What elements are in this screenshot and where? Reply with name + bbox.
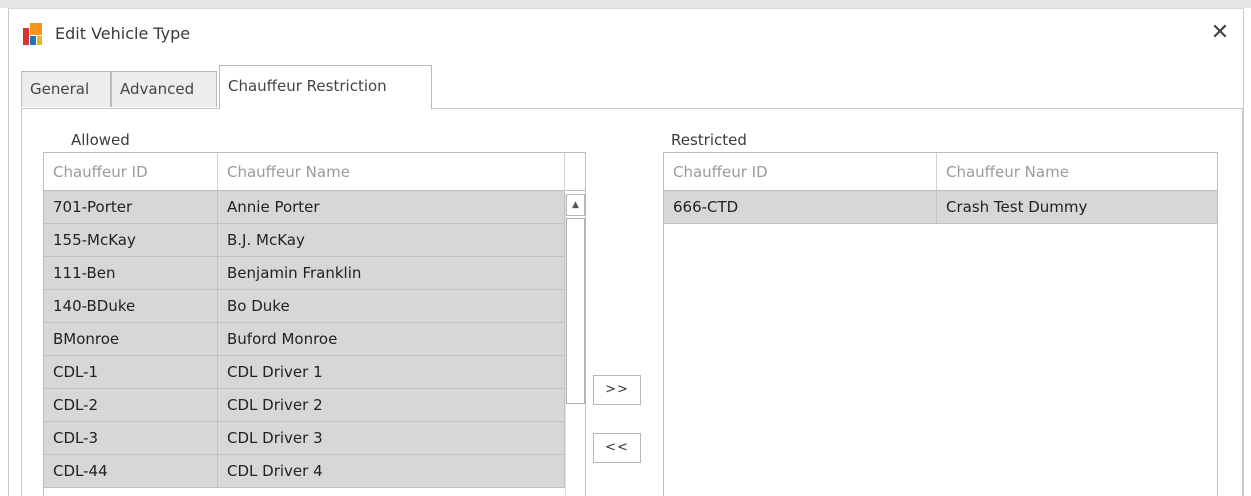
app-logo-icon xyxy=(23,23,43,45)
cell-chauffeur-id: 140-BDuke xyxy=(44,290,218,322)
cell-chauffeur-id: 701-Porter xyxy=(44,191,218,223)
column-header-chauffeur-name[interactable]: Chauffeur Name xyxy=(218,153,565,191)
table-row[interactable]: CDL-1 CDL Driver 1 xyxy=(44,356,565,389)
move-to-allowed-button[interactable]: << xyxy=(593,433,641,463)
tab-chauffeur-restriction[interactable]: Chauffeur Restriction xyxy=(219,65,432,109)
table-row[interactable]: CDL-44 CDL Driver 4 xyxy=(44,455,565,488)
tab-general[interactable]: General xyxy=(21,71,111,107)
tab-advanced[interactable]: Advanced xyxy=(111,71,217,107)
cell-chauffeur-name: Annie Porter xyxy=(218,191,565,223)
cell-chauffeur-name: CDL Driver 4 xyxy=(218,455,565,487)
cell-chauffeur-id: CDL-2 xyxy=(44,389,218,421)
scroll-up-arrow-icon[interactable]: ▲ xyxy=(566,194,585,216)
tab-panel-border xyxy=(21,108,1243,109)
allowed-grid-header: Chauffeur ID Chauffeur Name xyxy=(44,153,585,191)
window-title: Edit Vehicle Type xyxy=(55,24,191,43)
cell-chauffeur-name: Benjamin Franklin xyxy=(218,257,565,289)
allowed-label: Allowed xyxy=(71,131,130,149)
restricted-grid: Chauffeur ID Chauffeur Name 666-CTD Cras… xyxy=(663,152,1218,496)
close-icon[interactable]: ✕ xyxy=(1207,20,1233,46)
cell-chauffeur-id: CDL-1 xyxy=(44,356,218,388)
table-row[interactable]: CDL-3 CDL Driver 3 xyxy=(44,422,565,455)
cell-chauffeur-name: CDL Driver 1 xyxy=(218,356,565,388)
cell-chauffeur-name: Crash Test Dummy xyxy=(946,198,1088,216)
table-row[interactable]: 140-BDuke Bo Duke xyxy=(44,290,565,323)
tab-panel-border-left xyxy=(21,108,22,496)
column-header-chauffeur-id[interactable]: Chauffeur ID xyxy=(44,153,218,191)
edit-vehicle-type-dialog: Edit Vehicle Type ✕ General Advanced Cha… xyxy=(8,8,1244,496)
background-strip xyxy=(0,0,1251,8)
column-header-chauffeur-name[interactable]: Chauffeur Name xyxy=(937,153,1217,191)
cell-chauffeur-id: CDL-3 xyxy=(44,422,218,454)
table-row[interactable]: 701-Porter Annie Porter xyxy=(44,191,565,224)
restricted-grid-header: Chauffeur ID Chauffeur Name xyxy=(664,153,1217,191)
move-to-restricted-button[interactable]: >> xyxy=(593,375,641,405)
cell-chauffeur-name: CDL Driver 3 xyxy=(218,422,565,454)
title-bar: Edit Vehicle Type ✕ xyxy=(9,9,1243,63)
cell-chauffeur-id: BMonroe xyxy=(44,323,218,355)
allowed-vertical-scrollbar[interactable]: ▲ xyxy=(565,194,585,496)
cell-chauffeur-id: 111-Ben xyxy=(44,257,218,289)
cell-chauffeur-name: CDL Driver 2 xyxy=(218,389,565,421)
cell-chauffeur-id: 666-CTD xyxy=(664,191,937,223)
tab-panel-border-right xyxy=(1242,108,1243,496)
cell-chauffeur-id: 155-McKay xyxy=(44,224,218,256)
column-header-chauffeur-id[interactable]: Chauffeur ID xyxy=(664,153,937,191)
cell-chauffeur-name: Buford Monroe xyxy=(218,323,565,355)
table-row[interactable]: BMonroe Buford Monroe xyxy=(44,323,565,356)
allowed-grid: Chauffeur ID Chauffeur Name 701-Porter A… xyxy=(43,152,586,496)
scrollbar-thumb[interactable] xyxy=(566,218,585,404)
table-row[interactable]: 111-Ben Benjamin Franklin xyxy=(44,257,565,290)
cell-chauffeur-id: CDL-44 xyxy=(44,455,218,487)
cell-chauffeur-name: Bo Duke xyxy=(218,290,565,322)
table-row[interactable]: CDL-2 CDL Driver 2 xyxy=(44,389,565,422)
restricted-label: Restricted xyxy=(671,131,747,149)
table-row[interactable]: 155-McKay B.J. McKay xyxy=(44,224,565,257)
cell-chauffeur-name: B.J. McKay xyxy=(218,224,565,256)
table-row[interactable]: 666-CTD Crash Test Dummy xyxy=(664,191,1217,224)
